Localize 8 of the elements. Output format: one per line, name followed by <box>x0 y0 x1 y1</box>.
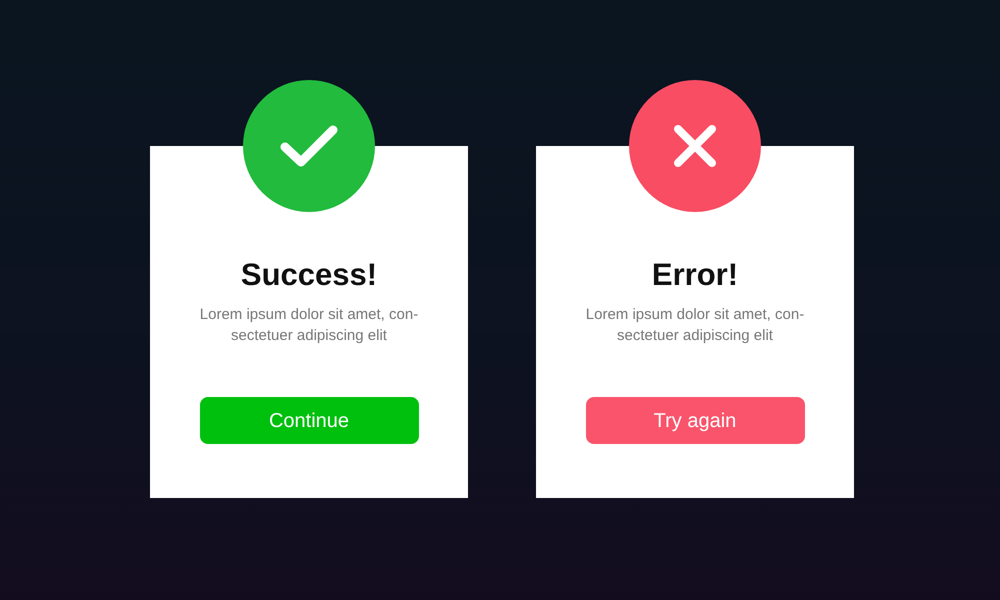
checkmark-icon <box>280 124 338 168</box>
dialog-title: Success! <box>240 257 378 293</box>
dialog-button[interactable]: Continue <box>200 397 418 444</box>
dialog-message: Lorem ipsum dolor sit amet, con- sectetuer adipiscing elit <box>586 305 804 346</box>
dialog-button[interactable]: Try again <box>586 397 804 444</box>
close-icon <box>673 124 717 168</box>
dialog-title: Error! <box>652 257 738 293</box>
dialog-message: Lorem ipsum dolor sit amet, con- sectetuer adipiscing elit <box>200 305 418 346</box>
